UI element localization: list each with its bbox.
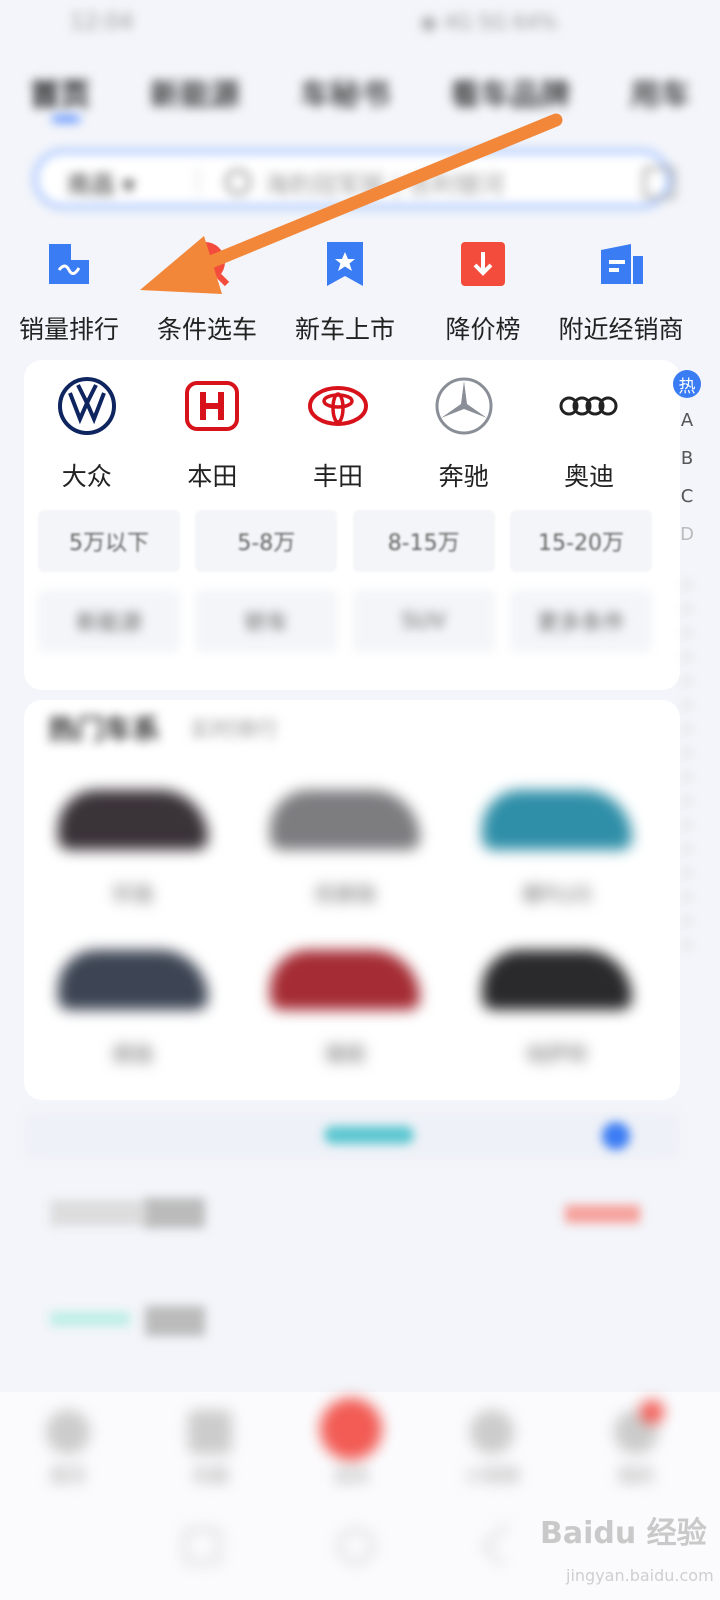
car-thumb[interactable] xyxy=(270,950,420,1010)
nav-select-label: 选车 xyxy=(334,1466,370,1487)
car-thumb[interactable] xyxy=(482,950,632,1010)
video-icon[interactable] xyxy=(470,1410,514,1454)
car-thumb[interactable] xyxy=(58,950,208,1010)
promo-pill xyxy=(324,1126,414,1144)
nav-home-label: 首页 xyxy=(50,1466,86,1487)
car-thumb[interactable] xyxy=(270,790,420,850)
news-row-tag xyxy=(50,1200,150,1226)
car-name: 雅阁 xyxy=(325,1042,365,1066)
promo-strip[interactable] xyxy=(24,1112,680,1160)
car-name: 帕萨特 xyxy=(527,1042,587,1066)
news-row-title xyxy=(145,1198,205,1228)
news-row-badge xyxy=(565,1205,640,1223)
promo-dot xyxy=(602,1122,630,1150)
community-icon[interactable] xyxy=(188,1410,232,1454)
baidu-watermark: Baidu 经验 xyxy=(540,1516,707,1551)
home-icon[interactable] xyxy=(46,1410,90,1454)
car-name: 凯美瑞 xyxy=(315,882,375,906)
car-grid: 轩逸 凯美瑞 秦PLUS 朗逸 雅阁 帕萨特 xyxy=(0,0,720,1100)
watermark-url: jingyan.baidu.com xyxy=(566,1566,714,1585)
select-car-icon[interactable] xyxy=(320,1398,382,1460)
recent-apps-icon[interactable] xyxy=(184,1528,220,1564)
notification-badge xyxy=(640,1400,664,1424)
system-back-icon[interactable] xyxy=(482,1523,525,1566)
system-home-icon[interactable] xyxy=(338,1528,374,1564)
news-row-tag xyxy=(50,1312,130,1326)
car-name: 轩逸 xyxy=(113,882,153,906)
car-thumb[interactable] xyxy=(58,790,208,850)
car-name: 秦PLUS xyxy=(522,882,592,906)
news-row-title xyxy=(145,1306,205,1336)
nav-community-label: 车圈 xyxy=(192,1466,228,1487)
car-thumb[interactable] xyxy=(482,790,632,850)
nav-profile-label: 我的 xyxy=(618,1466,654,1487)
nav-video-label: 小视频 xyxy=(465,1466,519,1487)
car-name: 朗逸 xyxy=(113,1042,153,1066)
